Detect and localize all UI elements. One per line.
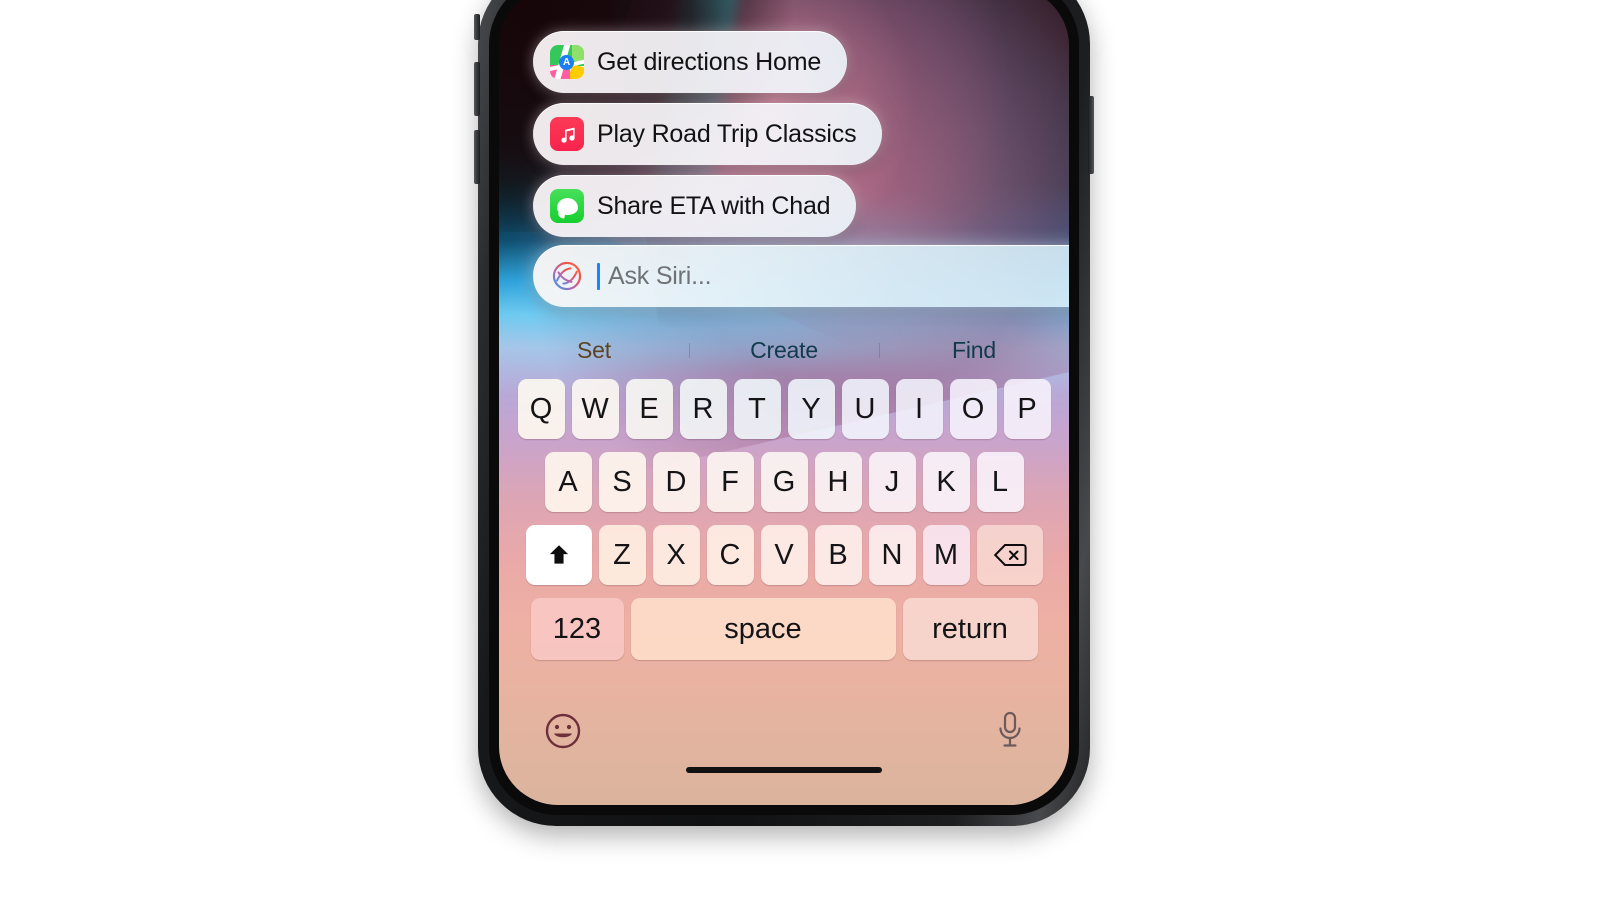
key-h[interactable]: H — [814, 452, 862, 512]
dictation-button[interactable] — [993, 709, 1027, 753]
key-z[interactable]: Z — [598, 525, 646, 585]
suggestion-label: Share ETA with Chad — [597, 191, 831, 220]
key-i[interactable]: I — [895, 379, 943, 439]
key-j[interactable]: J — [868, 452, 916, 512]
key-r[interactable]: R — [679, 379, 727, 439]
onscreen-keyboard: Q W E R T Y U I O P A S D F G H J K L Z … — [499, 379, 1069, 673]
prediction-create[interactable]: Create — [689, 337, 879, 364]
key-v[interactable]: V — [760, 525, 808, 585]
ask-siri-placeholder: Ask Siri... — [608, 261, 712, 290]
suggestion-chip-directions[interactable]: A Get directions Home — [533, 31, 848, 93]
home-indicator[interactable] — [686, 767, 882, 773]
key-m[interactable]: M — [922, 525, 970, 585]
key-p[interactable]: P — [1003, 379, 1051, 439]
keyboard-bottom-bar — [499, 693, 1069, 789]
volume-down-button[interactable] — [474, 130, 480, 184]
key-l[interactable]: L — [976, 452, 1024, 512]
key-n[interactable]: N — [868, 525, 916, 585]
text-cursor — [597, 262, 600, 290]
key-o[interactable]: O — [949, 379, 997, 439]
microphone-icon — [999, 711, 1021, 747]
keyboard-row-1: Q W E R T Y U I O P — [503, 379, 1065, 439]
siri-glyph-icon — [552, 261, 582, 291]
key-q[interactable]: Q — [517, 379, 565, 439]
key-e[interactable]: E — [625, 379, 673, 439]
predictive-text-bar: Set Create Find — [499, 325, 1069, 375]
volume-up-button[interactable] — [474, 62, 480, 116]
music-icon — [550, 117, 584, 151]
key-b[interactable]: B — [814, 525, 862, 585]
key-k[interactable]: K — [922, 452, 970, 512]
delete-key[interactable] — [976, 525, 1043, 585]
silent-switch[interactable] — [474, 14, 480, 40]
key-x[interactable]: X — [652, 525, 700, 585]
screenshot-stage: A Get directions Home Play Road Trip Cla… — [0, 0, 1600, 900]
shift-key[interactable] — [525, 525, 592, 585]
key-a[interactable]: A — [544, 452, 592, 512]
suggestion-label: Play Road Trip Classics — [597, 119, 857, 148]
numbers-key[interactable]: 123 — [530, 598, 624, 660]
keyboard-row-4: 123 space return — [503, 598, 1065, 660]
key-u[interactable]: U — [841, 379, 889, 439]
key-d[interactable]: D — [652, 452, 700, 512]
key-y[interactable]: Y — [787, 379, 835, 439]
messages-icon — [550, 189, 584, 223]
siri-suggestions-list: A Get directions Home Play Road Trip Cla… — [533, 31, 883, 237]
suggestion-label: Get directions Home — [597, 47, 822, 76]
key-g[interactable]: G — [760, 452, 808, 512]
suggestion-chip-eta[interactable]: Share ETA with Chad — [533, 175, 857, 237]
phone-screen: A Get directions Home Play Road Trip Cla… — [499, 0, 1069, 805]
suggestion-chip-music[interactable]: Play Road Trip Classics — [533, 103, 883, 165]
key-t[interactable]: T — [733, 379, 781, 439]
phone-bezel: A Get directions Home Play Road Trip Cla… — [489, 0, 1079, 815]
prediction-find[interactable]: Find — [879, 337, 1069, 364]
prediction-set[interactable]: Set — [499, 337, 689, 364]
ask-siri-input[interactable]: Ask Siri... — [533, 245, 1069, 307]
emoji-smiley-icon — [545, 713, 581, 749]
emoji-button[interactable] — [543, 711, 583, 751]
phone-device: A Get directions Home Play Road Trip Cla… — [478, 0, 1090, 826]
key-c[interactable]: C — [706, 525, 754, 585]
delete-backward-icon — [993, 544, 1027, 566]
key-w[interactable]: W — [571, 379, 619, 439]
shift-arrow-icon — [549, 545, 568, 564]
return-key[interactable]: return — [902, 598, 1038, 660]
keyboard-row-3: Z X C V B N M — [503, 525, 1065, 585]
space-key[interactable]: space — [630, 598, 896, 660]
key-f[interactable]: F — [706, 452, 754, 512]
keyboard-row-2: A S D F G H J K L — [503, 452, 1065, 512]
maps-icon: A — [550, 45, 584, 79]
key-s[interactable]: S — [598, 452, 646, 512]
music-note-glyph — [560, 127, 575, 143]
power-button[interactable] — [1088, 96, 1094, 174]
